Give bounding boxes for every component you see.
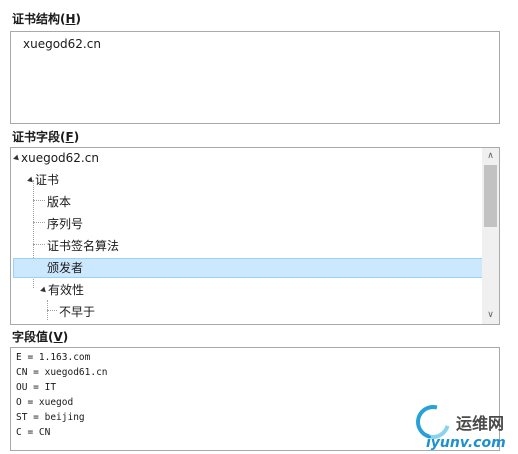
tree-item-version[interactable]: 版本 (47, 192, 71, 212)
tree-item-signature-algorithm[interactable]: 证书签名算法 (47, 236, 119, 256)
watermark-url-text: iyunv.com (426, 435, 506, 451)
tree-connector (47, 310, 57, 311)
watermark-logo: 运维网 iyunv.com (409, 398, 518, 454)
fields-label: 证书字段(F) (12, 130, 80, 144)
expanded-icon[interactable] (40, 286, 48, 295)
expanded-icon[interactable] (27, 176, 35, 185)
tree-connector (33, 244, 45, 245)
structure-label: 证书结构(H) (12, 12, 82, 26)
value-line: C = CN (16, 427, 51, 438)
fields-tree[interactable]: xuegod62.cn 证书 版本 序列号 证书签名算法 颁发者 有效性 不早于… (10, 147, 500, 325)
value-line: O = xuegod (16, 397, 74, 408)
tree-item-root[interactable]: xuegod62.cn (13, 148, 99, 168)
value-line: E = 1.163.com (16, 352, 91, 363)
value-line: CN = xuegod61.cn (16, 367, 108, 378)
value-line: ST = beijing (16, 412, 85, 423)
tree-item-validity[interactable]: 有效性 (40, 280, 84, 300)
chevron-up-icon[interactable]: ∧ (482, 148, 499, 165)
tree-item-issuer[interactable]: 颁发者 (13, 258, 483, 278)
chevron-down-icon[interactable]: ∨ (482, 307, 499, 324)
value-line: OU = IT (16, 382, 57, 393)
structure-panel[interactable]: xuegod62.cn (10, 31, 500, 124)
tree-connector (33, 200, 45, 201)
expanded-icon[interactable] (13, 154, 21, 163)
tree-item-serial[interactable]: 序列号 (47, 214, 83, 234)
scrollbar-thumb[interactable] (484, 165, 497, 227)
watermark-cn-text: 运维网 (456, 414, 505, 433)
vertical-scrollbar[interactable]: ∧ ∨ (482, 148, 499, 324)
tree-item-certificate[interactable]: 证书 (27, 170, 59, 190)
tree-item-not-before[interactable]: 不早于 (59, 302, 95, 322)
structure-root-item[interactable]: xuegod62.cn (23, 37, 101, 51)
tree-connector (33, 222, 45, 223)
value-label: 字段值(V) (12, 330, 69, 344)
